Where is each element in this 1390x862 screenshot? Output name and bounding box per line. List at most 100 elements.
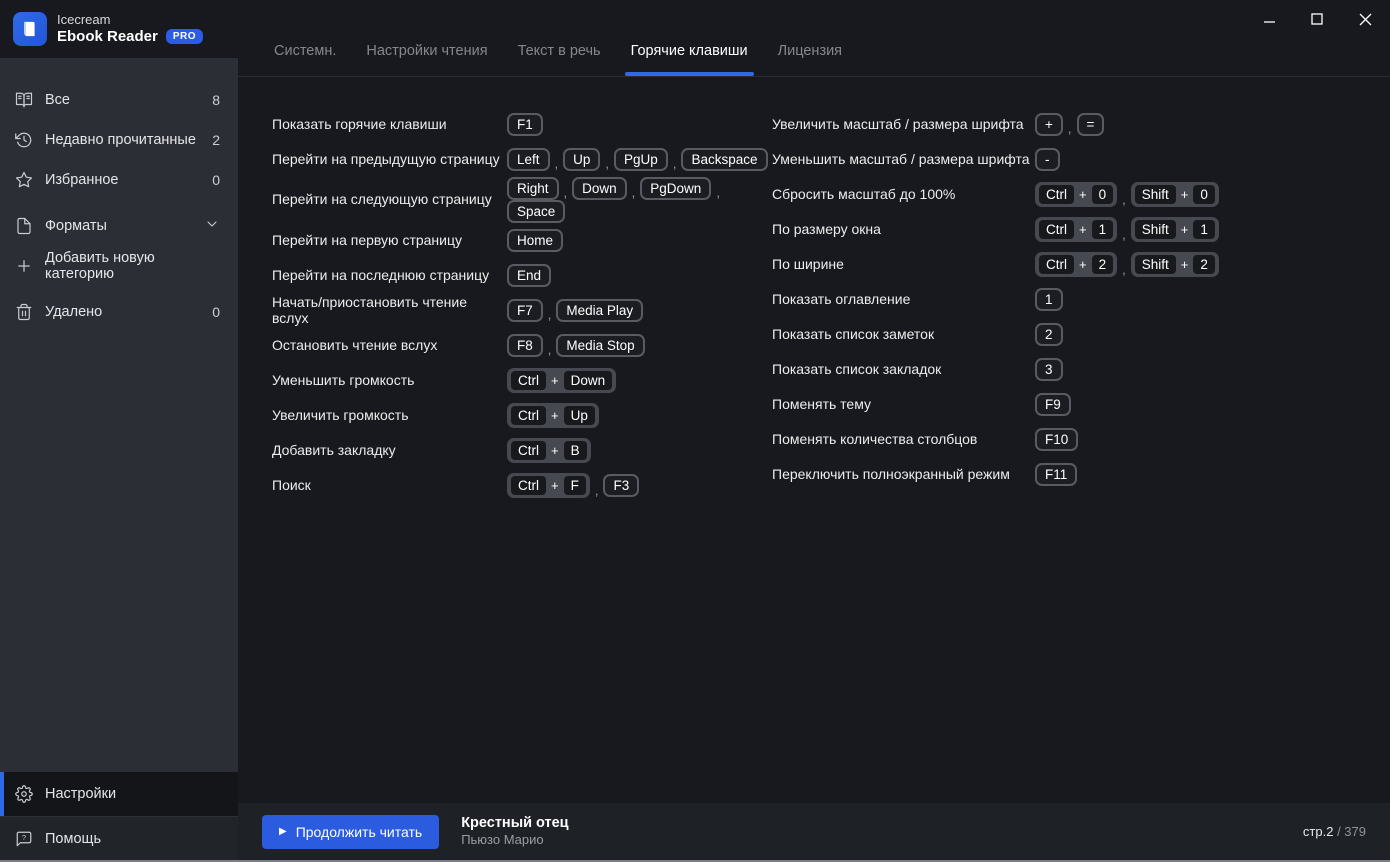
- minimize-icon[interactable]: [1254, 6, 1284, 32]
- sidebar-item-favorites[interactable]: Избранное0: [0, 160, 238, 200]
- hotkey-keys: F10: [1035, 428, 1078, 451]
- maximize-icon[interactable]: [1302, 6, 1332, 32]
- page-total: / 379: [1337, 824, 1366, 839]
- key-combo: Shift+2: [1131, 252, 1219, 277]
- hotkey-action-label: Показать список закладок: [772, 362, 1035, 377]
- hotkey-keys: Ctrl+Down: [507, 368, 616, 393]
- sidebar-item-all[interactable]: Все8: [0, 80, 238, 120]
- hotkey-keys: Left,Up,PgUp,Backspace: [507, 148, 768, 171]
- sidebar-item-label: Помощь: [45, 831, 101, 847]
- tab-text-to-speech[interactable]: Текст в речь: [518, 43, 601, 76]
- key-badge: Ctrl: [1039, 185, 1074, 204]
- sidebar-item-help[interactable]: ? Помощь: [0, 816, 238, 860]
- sidebar-item-recent[interactable]: Недавно прочитанные2: [0, 120, 238, 160]
- hotkey-row: Уменьшить масштаб / размера шрифта-: [772, 142, 1370, 177]
- hotkey-row: Уменьшить громкостьCtrl+Down: [272, 363, 772, 398]
- hotkey-action-label: Перейти на следующую страницу: [272, 192, 507, 207]
- key-plus: +: [1181, 222, 1189, 237]
- key-plus: +: [551, 373, 559, 388]
- svg-text:?: ?: [22, 833, 26, 842]
- key-badge: =: [1077, 113, 1105, 136]
- key-combo: Ctrl+0: [1035, 182, 1117, 207]
- key-badge: F: [564, 476, 586, 495]
- hotkey-action-label: Показать список заметок: [772, 327, 1035, 342]
- sidebar-item-deleted[interactable]: Удалено 0: [0, 292, 238, 332]
- hotkey-keys: Home: [507, 229, 563, 252]
- hotkey-keys: F8,Media Stop: [507, 334, 645, 357]
- key-badge: End: [507, 264, 551, 287]
- hotkey-keys: Ctrl+B: [507, 438, 591, 463]
- key-badge: 2: [1035, 323, 1063, 346]
- tab-system[interactable]: Системн.: [274, 43, 336, 76]
- page-counter: стр.2 / 379: [1303, 824, 1366, 839]
- key-badge: Home: [507, 229, 563, 252]
- hotkey-action-label: Перейти на последнюю страницу: [272, 268, 507, 283]
- hotkey-row: Остановить чтение вслухF8,Media Stop: [272, 328, 772, 363]
- chevron-down-icon: [204, 216, 220, 236]
- tab-license[interactable]: Лицензия: [778, 43, 842, 76]
- sidebar-bottom: Настройки? Помощь: [0, 772, 238, 860]
- book-open-icon: [15, 91, 33, 109]
- key-combo: Ctrl+B: [507, 438, 591, 463]
- hotkey-row: Увеличить громкостьCtrl+Up: [272, 398, 772, 433]
- sidebar-item-label: Добавить новую категорию: [45, 250, 220, 282]
- key-badge: F11: [1035, 463, 1077, 486]
- hotkey-action-label: Переключить полноэкранный режим: [772, 467, 1035, 482]
- key-badge: Space: [507, 200, 565, 223]
- pro-badge: PRO: [166, 29, 203, 45]
- key-plus: +: [1181, 257, 1189, 272]
- hotkey-keys: Ctrl+2,Shift+2: [1035, 252, 1219, 277]
- key-badge: Shift: [1135, 220, 1176, 239]
- key-badge: 1: [1092, 220, 1114, 239]
- tab-hotkeys[interactable]: Горячие клавиши: [631, 43, 748, 76]
- continue-reading-button[interactable]: ▶ Продолжить читать: [262, 815, 439, 849]
- key-badge: Backspace: [681, 148, 767, 171]
- key-plus: +: [551, 478, 559, 493]
- close-icon[interactable]: [1350, 6, 1380, 32]
- key-separator: ,: [627, 185, 641, 200]
- sidebar-item-count: 0: [212, 304, 220, 320]
- hotkey-action-label: По размеру окна: [772, 222, 1035, 237]
- key-plus: +: [551, 408, 559, 423]
- sidebar-item-label: Настройки: [45, 786, 116, 802]
- sidebar-item-label: Форматы: [45, 218, 107, 234]
- key-separator: ,: [550, 156, 564, 171]
- key-badge: -: [1035, 148, 1060, 171]
- hotkey-row: Показать список заметок2: [772, 317, 1370, 352]
- key-badge: Ctrl: [511, 371, 546, 390]
- key-separator: ,: [1117, 262, 1131, 277]
- key-plus: +: [1181, 187, 1189, 202]
- key-combo: Ctrl+1: [1035, 217, 1117, 242]
- tab-reading-settings[interactable]: Настройки чтения: [366, 43, 487, 76]
- key-separator: ,: [1117, 192, 1131, 207]
- key-plus: +: [1079, 257, 1087, 272]
- current-book-info: Крестный отец Пьюзо Марио: [461, 814, 568, 850]
- sidebar-item-add-category[interactable]: Добавить новую категорию: [0, 246, 238, 286]
- key-badge: 0: [1193, 185, 1215, 204]
- hotkey-row: Перейти на последнюю страницуEnd: [272, 258, 772, 293]
- key-badge: PgDown: [640, 177, 711, 200]
- hotkey-action-label: Увеличить громкость: [272, 408, 507, 423]
- sidebar-item-settings[interactable]: Настройки: [0, 772, 238, 816]
- key-combo: Ctrl+Down: [507, 368, 616, 393]
- key-badge: 2: [1092, 255, 1114, 274]
- hotkey-action-label: Поиск: [272, 478, 507, 493]
- key-combo: Ctrl+F: [507, 473, 590, 498]
- sidebar-nav: Все8Недавно прочитанные2Избранное0 Формат…: [0, 58, 238, 772]
- key-badge: PgUp: [614, 148, 668, 171]
- sidebar-item-formats[interactable]: Форматы: [0, 206, 238, 246]
- hotkey-keys: 2: [1035, 323, 1063, 346]
- key-badge: F9: [1035, 393, 1071, 416]
- app-window: Icecream Ebook Reader PRO Все8Недавно пр…: [0, 0, 1390, 862]
- hotkey-action-label: Уменьшить громкость: [272, 373, 507, 388]
- hotkey-keys: F9: [1035, 393, 1071, 416]
- key-separator: ,: [600, 156, 614, 171]
- key-badge: 1: [1193, 220, 1215, 239]
- key-separator: ,: [711, 185, 725, 200]
- page-current: стр.2: [1303, 824, 1334, 839]
- hotkey-action-label: Показать горячие клавиши: [272, 117, 507, 132]
- hotkey-row: ПоискCtrl+F,F3: [272, 468, 772, 503]
- sidebar-item-label: Удалено: [45, 304, 102, 320]
- file-icon: [15, 217, 33, 235]
- hotkey-action-label: Начать/приостановить чтение вслух: [272, 295, 507, 326]
